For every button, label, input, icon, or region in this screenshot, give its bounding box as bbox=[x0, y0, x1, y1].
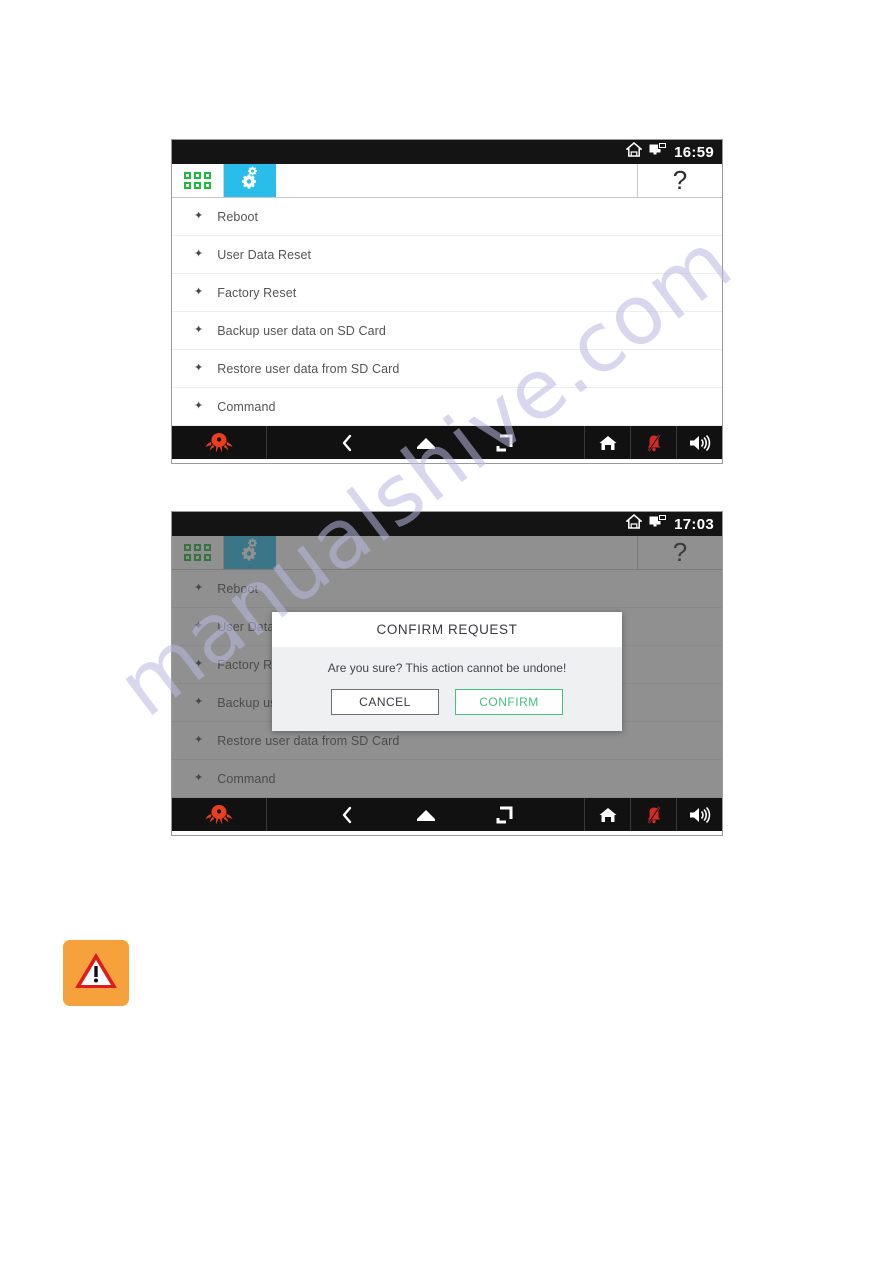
warning-callout bbox=[63, 940, 129, 1006]
octopus-logo-icon[interactable] bbox=[172, 426, 267, 459]
bullet-icon: ✦ bbox=[194, 210, 204, 222]
list-item[interactable]: ✦ Factory Reset bbox=[172, 274, 722, 312]
remote-display-icon bbox=[649, 142, 668, 162]
volume-icon[interactable] bbox=[676, 426, 722, 459]
status-bar-clock: 16:59 bbox=[674, 143, 714, 161]
list-item[interactable]: ✦ Command bbox=[172, 388, 722, 426]
bullet-icon: ✦ bbox=[194, 362, 204, 374]
list-item-label: Backup user data on SD Card bbox=[217, 323, 386, 338]
status-bar-clock: 17:03 bbox=[674, 515, 714, 533]
navigation-buttons bbox=[267, 426, 584, 459]
help-button[interactable]: ? bbox=[638, 164, 722, 197]
bullet-icon: ✦ bbox=[194, 324, 204, 336]
notifications-muted-icon[interactable] bbox=[630, 798, 676, 831]
home-icon[interactable] bbox=[403, 434, 449, 452]
recent-apps-icon[interactable] bbox=[482, 805, 528, 825]
bullet-icon: ✦ bbox=[194, 286, 204, 298]
status-bar: 16:59 bbox=[172, 140, 722, 164]
warning-triangle-icon bbox=[73, 950, 119, 997]
tab-settings[interactable] bbox=[224, 164, 276, 197]
dialog-message: Are you sure? This action cannot be undo… bbox=[327, 661, 567, 675]
dialog-body: Are you sure? This action cannot be undo… bbox=[272, 647, 622, 731]
home-icon bbox=[625, 142, 644, 162]
navigation-bar bbox=[172, 426, 722, 459]
recent-apps-icon[interactable] bbox=[482, 433, 528, 453]
confirm-button[interactable]: CONFIRM bbox=[455, 689, 563, 715]
help-label: ? bbox=[672, 164, 688, 195]
list-item-label: Reboot bbox=[217, 209, 259, 224]
device-screenshot-confirm-dialog: 17:03 CONFIRM REQUEST Are you sure? This… bbox=[171, 511, 723, 836]
settings-menu-list: ✦ Reboot ✦ User Data Reset ✦ Factory Res… bbox=[172, 198, 722, 426]
notifications-muted-icon[interactable] bbox=[630, 426, 676, 459]
home-icon[interactable] bbox=[403, 806, 449, 824]
navigation-bar bbox=[172, 798, 722, 831]
cancel-button[interactable]: CANCEL bbox=[331, 689, 439, 715]
dialog-title: CONFIRM REQUEST bbox=[376, 622, 518, 637]
tab-bar: ? bbox=[172, 164, 722, 198]
list-item-label: Restore user data from SD Card bbox=[217, 361, 400, 376]
list-item[interactable]: ✦ User Data Reset bbox=[172, 236, 722, 274]
navigation-right-buttons bbox=[584, 426, 722, 459]
back-icon[interactable] bbox=[324, 434, 370, 452]
device-screenshot-settings-list: 16:59 ? ✦ Reboot ✦ User Data Reset ✦ Fac… bbox=[171, 139, 723, 464]
list-item[interactable]: ✦ Reboot bbox=[172, 198, 722, 236]
list-item[interactable]: ✦ Restore user data from SD Card bbox=[172, 350, 722, 388]
tab-bar-spacer bbox=[276, 164, 638, 197]
tab-apps[interactable] bbox=[172, 164, 224, 197]
list-item-label: Command bbox=[217, 399, 276, 414]
settings-gear-icon bbox=[235, 166, 265, 195]
navigation-buttons bbox=[267, 798, 584, 831]
list-item-label: Factory Reset bbox=[217, 285, 297, 300]
apps-grid-icon bbox=[184, 172, 211, 189]
bullet-icon: ✦ bbox=[194, 400, 204, 412]
list-item[interactable]: ✦ Backup user data on SD Card bbox=[172, 312, 722, 350]
page-root: manualshive.com 16:59 ? ✦ Reboot ✦ User … bbox=[0, 0, 893, 1263]
status-bar: 17:03 bbox=[172, 512, 722, 536]
volume-icon[interactable] bbox=[676, 798, 722, 831]
home-outline-icon[interactable] bbox=[584, 426, 630, 459]
list-item-label: User Data Reset bbox=[217, 247, 312, 262]
dialog-header: CONFIRM REQUEST bbox=[272, 612, 622, 647]
navigation-right-buttons bbox=[584, 798, 722, 831]
back-icon[interactable] bbox=[324, 806, 370, 824]
home-outline-icon[interactable] bbox=[584, 798, 630, 831]
bullet-icon: ✦ bbox=[194, 248, 204, 260]
remote-display-icon bbox=[649, 514, 668, 534]
dialog-actions: CANCEL CONFIRM bbox=[272, 689, 622, 715]
confirm-request-dialog: CONFIRM REQUEST Are you sure? This actio… bbox=[272, 612, 622, 731]
octopus-logo-icon[interactable] bbox=[172, 798, 267, 831]
home-icon bbox=[625, 514, 644, 534]
